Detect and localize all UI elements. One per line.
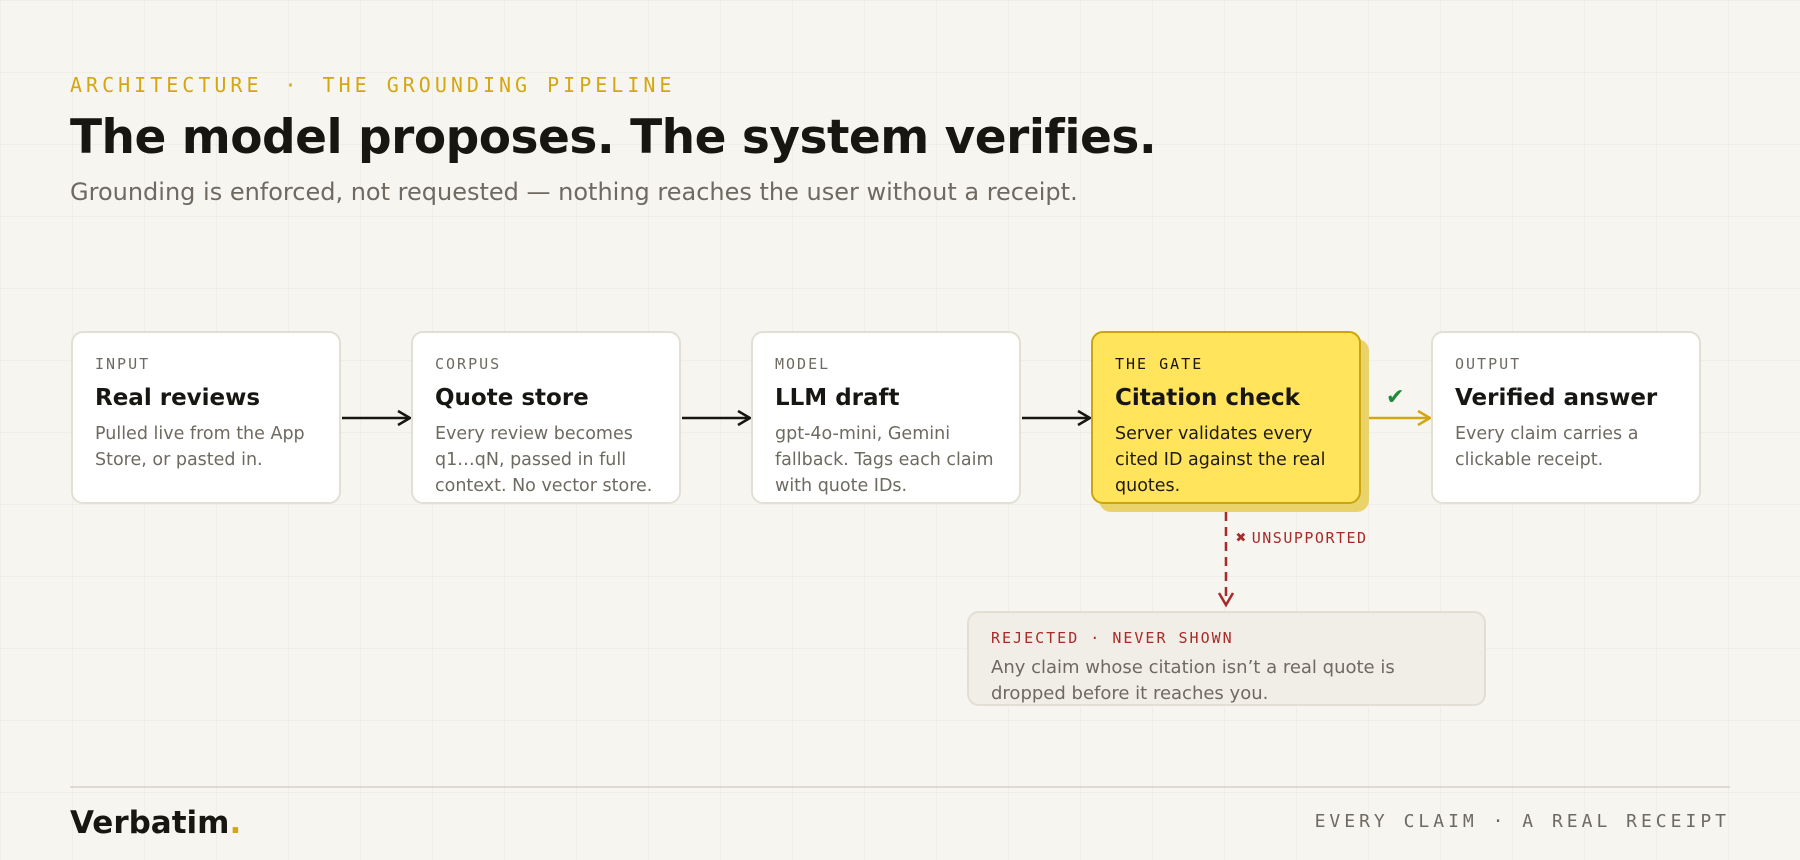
- rejected-label: REJECTED · NEVER SHOWN: [991, 629, 1234, 647]
- rejected-description: Any claim whose citation isn’t a real qu…: [991, 657, 1395, 704]
- node-description: gpt-4o-mini, Gemini fallback. Tags each …: [775, 424, 994, 496]
- pipeline-node-input: INPUT Real reviews Pulled live from the …: [71, 331, 341, 504]
- arrow-corpus-to-model: [682, 409, 753, 427]
- arrow-input-to-corpus: [342, 409, 413, 427]
- arrow-model-to-gate: [1022, 409, 1093, 427]
- arrow-gate-to-output: [1362, 409, 1433, 427]
- footer-divider: [70, 786, 1730, 788]
- arrow-gate-to-rejected: [1217, 512, 1235, 608]
- cross-icon: ✖: [1236, 528, 1248, 548]
- pipeline-node-gate: THE GATE Citation check Server validates…: [1091, 331, 1361, 504]
- brand-dot: .: [229, 805, 242, 841]
- node-description: Server validates every cited ID against …: [1115, 424, 1326, 496]
- node-label: CORPUS: [435, 355, 502, 373]
- rejected-box: REJECTED · NEVER SHOWN Any claim whose c…: [967, 611, 1486, 706]
- node-title: LLM draft: [775, 385, 900, 411]
- pipeline-node-model: MODEL LLM draft gpt-4o-mini, Gemini fall…: [751, 331, 1021, 504]
- node-label: OUTPUT: [1455, 355, 1522, 373]
- node-description: Pulled live from the App Store, or paste…: [95, 424, 305, 470]
- unsupported-label: ✖ UNSUPPORTED: [1236, 528, 1368, 548]
- node-label: MODEL: [775, 355, 831, 373]
- node-label: THE GATE: [1115, 355, 1204, 373]
- brand-name: Verbatim: [70, 805, 230, 841]
- node-title: Citation check: [1115, 385, 1300, 411]
- footer-tagline: EVERY CLAIM · A REAL RECEIPT: [1314, 811, 1730, 832]
- node-label: INPUT: [95, 355, 151, 373]
- node-description: Every claim carries a clickable receipt.: [1455, 424, 1639, 470]
- node-description: Every review becomes q1…qN, passed in fu…: [435, 424, 653, 496]
- check-icon: ✔: [1386, 385, 1405, 410]
- pipeline-node-output: OUTPUT Verified answer Every claim carri…: [1431, 331, 1701, 504]
- unsupported-text: UNSUPPORTED: [1251, 529, 1368, 547]
- brand-logo: Verbatim.: [70, 805, 241, 841]
- pipeline-node-corpus: CORPUS Quote store Every review becomes …: [411, 331, 681, 504]
- node-title: Quote store: [435, 385, 589, 411]
- node-title: Real reviews: [95, 385, 261, 411]
- node-title: Verified answer: [1455, 385, 1658, 411]
